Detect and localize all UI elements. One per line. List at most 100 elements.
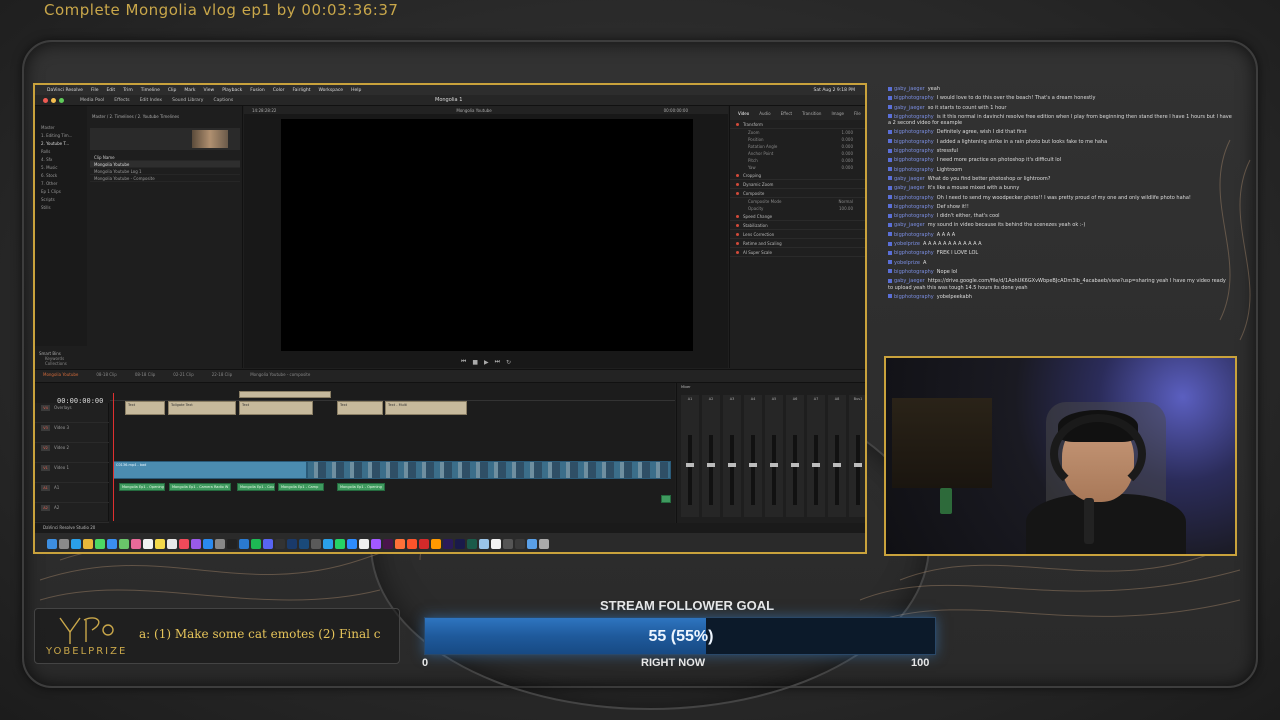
fader-knob[interactable]	[728, 463, 736, 467]
slack-icon[interactable]	[383, 538, 393, 549]
menu-file[interactable]: File	[91, 88, 99, 93]
clip-row[interactable]: Mongolia Youtube	[90, 161, 240, 168]
fader-knob[interactable]	[854, 463, 862, 467]
photos-icon[interactable]	[131, 538, 141, 549]
chat-username[interactable]: bigphotography	[894, 157, 934, 163]
menu-playback[interactable]: Playback	[222, 88, 242, 93]
whatsapp-icon[interactable]	[335, 538, 345, 549]
clip-row[interactable]: Mongolia Youtube - Composite	[90, 175, 240, 182]
inspector-section-speed-change[interactable]: Speed Change	[730, 212, 865, 221]
track-header[interactable]: V3 Video 3	[35, 423, 109, 443]
chat-username[interactable]: yobelprize	[894, 260, 920, 266]
audition-icon[interactable]	[467, 538, 477, 549]
timeline-clip[interactable]: Text	[239, 401, 313, 415]
smart-bin-item[interactable]: Collections	[39, 361, 67, 366]
safari-icon[interactable]	[71, 538, 81, 549]
launchpad-icon[interactable]	[59, 538, 69, 549]
bin-item[interactable]: 4. Sfx	[41, 156, 87, 164]
clip-list-header[interactable]: Clip Name	[90, 154, 240, 161]
timeline-tab[interactable]: 02-21 Clip	[173, 372, 193, 377]
calculator-icon[interactable]	[503, 538, 513, 549]
chat-username[interactable]: gaby_jaeger	[894, 222, 925, 228]
timeline-clip[interactable]	[239, 391, 331, 398]
timeline-clip[interactable]: Text	[125, 401, 165, 415]
timeline-audio-clip[interactable]: Mongolia Ep1 - Cou	[237, 483, 275, 491]
toolbar-media-pool[interactable]: Media Pool	[80, 98, 104, 103]
chat-username[interactable]: gaby_jaeger	[894, 185, 925, 191]
clip-thumbnail[interactable]	[192, 130, 228, 148]
bin-item[interactable]: Rolls	[41, 148, 87, 156]
figma-icon[interactable]	[371, 538, 381, 549]
timeline-audio-clip[interactable]: Mongolia Ep1 - Opening	[337, 483, 385, 491]
inspector-section-cropping[interactable]: Cropping	[730, 171, 865, 180]
clip-row[interactable]: Mongolia Youtube Log 1	[90, 168, 240, 175]
notes-icon[interactable]	[155, 538, 165, 549]
bin-item[interactable]: 7. Other	[41, 180, 87, 188]
fader-knob[interactable]	[707, 463, 715, 467]
loop-icon[interactable]: ↻	[506, 359, 511, 366]
rewind-icon[interactable]: ⏮	[461, 358, 466, 366]
premiere-icon[interactable]	[443, 538, 453, 549]
illustrator-icon[interactable]	[431, 538, 441, 549]
messages-icon[interactable]	[95, 538, 105, 549]
bin-item[interactable]: 2. Youtube T...	[41, 140, 87, 148]
timeline-tab[interactable]: 22-18 Clip	[212, 372, 232, 377]
menu-trim[interactable]: Trim	[123, 88, 133, 93]
chat-username[interactable]: bigphotography	[894, 195, 934, 201]
menu-timeline[interactable]: Timeline	[141, 88, 160, 93]
timeline-clip[interactable]: Text - Multi	[385, 401, 467, 415]
track-header[interactable]: A2 A2	[35, 503, 109, 523]
track-header[interactable]: V4 Overlays	[35, 403, 109, 423]
davinci-resolve-icon[interactable]	[311, 538, 321, 549]
viewer-screen[interactable]	[281, 119, 693, 351]
obs-icon[interactable]	[275, 538, 285, 549]
inspector-section-lens-correction[interactable]: Lens Correction	[730, 230, 865, 239]
bin-item[interactable]: Ep 1 Clips	[41, 188, 87, 196]
timeline-ruler[interactable]	[110, 393, 675, 401]
reminders-icon[interactable]	[167, 538, 177, 549]
textedit-icon[interactable]	[491, 538, 501, 549]
terminal-icon[interactable]	[227, 538, 237, 549]
photoshop-icon[interactable]	[287, 538, 297, 549]
play-icon[interactable]: ▶	[484, 359, 489, 366]
chat-username[interactable]: gaby_jaeger	[894, 176, 925, 182]
bin-item[interactable]: 5. Music	[41, 164, 87, 172]
spotify-icon[interactable]	[251, 538, 261, 549]
inspector-row[interactable]: Position 0.000	[730, 136, 865, 143]
calendar-icon[interactable]	[143, 538, 153, 549]
row-value[interactable]: 0.000	[842, 150, 853, 157]
chat-username[interactable]: bigphotography	[894, 250, 934, 256]
timeline-video-clip[interactable]	[307, 461, 671, 479]
zoom-icon[interactable]	[347, 538, 357, 549]
menu-mark[interactable]: Mark	[184, 88, 195, 93]
tab-transition[interactable]: Transition	[802, 111, 821, 116]
timeline-clip[interactable]: Tollgate Text	[168, 401, 236, 415]
timeline-tab[interactable]: Mongolia Youtube - composite	[250, 372, 310, 377]
chat-username[interactable]: bigphotography	[894, 148, 934, 154]
row-value[interactable]: 0.000	[842, 136, 853, 143]
timeline-video-clip[interactable]: C0136.mp4 - bad	[113, 461, 307, 479]
opacity-row[interactable]: Opacity 100.00	[730, 205, 865, 212]
chat-username[interactable]: bigphotography	[894, 204, 934, 210]
inspector-section-dynamic-zoom[interactable]: Dynamic Zoom	[730, 180, 865, 189]
mail-icon[interactable]	[107, 538, 117, 549]
timeline-audio-clip[interactable]: Mongolia Ep1 - Camp	[278, 483, 324, 491]
playhead[interactable]	[113, 393, 114, 521]
toolbar-effects[interactable]: Effects	[114, 98, 129, 103]
chat-username[interactable]: gaby_jaeger	[894, 86, 925, 92]
telegram-icon[interactable]	[323, 538, 333, 549]
chat-username[interactable]: gaby_jaeger	[894, 278, 925, 284]
trash-icon[interactable]	[539, 538, 549, 549]
menu-fusion[interactable]: Fusion	[250, 88, 264, 93]
lightroom-icon[interactable]	[299, 538, 309, 549]
menu-edit[interactable]: Edit	[106, 88, 115, 93]
inspector-row[interactable]: Rotation Angle 0.000	[730, 143, 865, 150]
chat-username[interactable]: bigphotography	[894, 167, 934, 173]
inspector-section-super-scale[interactable]: AI Super Scale	[730, 248, 865, 257]
tab-file[interactable]: File	[854, 111, 861, 116]
after-effects-icon[interactable]	[455, 538, 465, 549]
row-value[interactable]: 0.000	[842, 143, 853, 150]
app-store-icon[interactable]	[203, 538, 213, 549]
close-window-icon[interactable]	[43, 97, 48, 103]
inspector-row[interactable]: Zoom 1.000	[730, 129, 865, 136]
